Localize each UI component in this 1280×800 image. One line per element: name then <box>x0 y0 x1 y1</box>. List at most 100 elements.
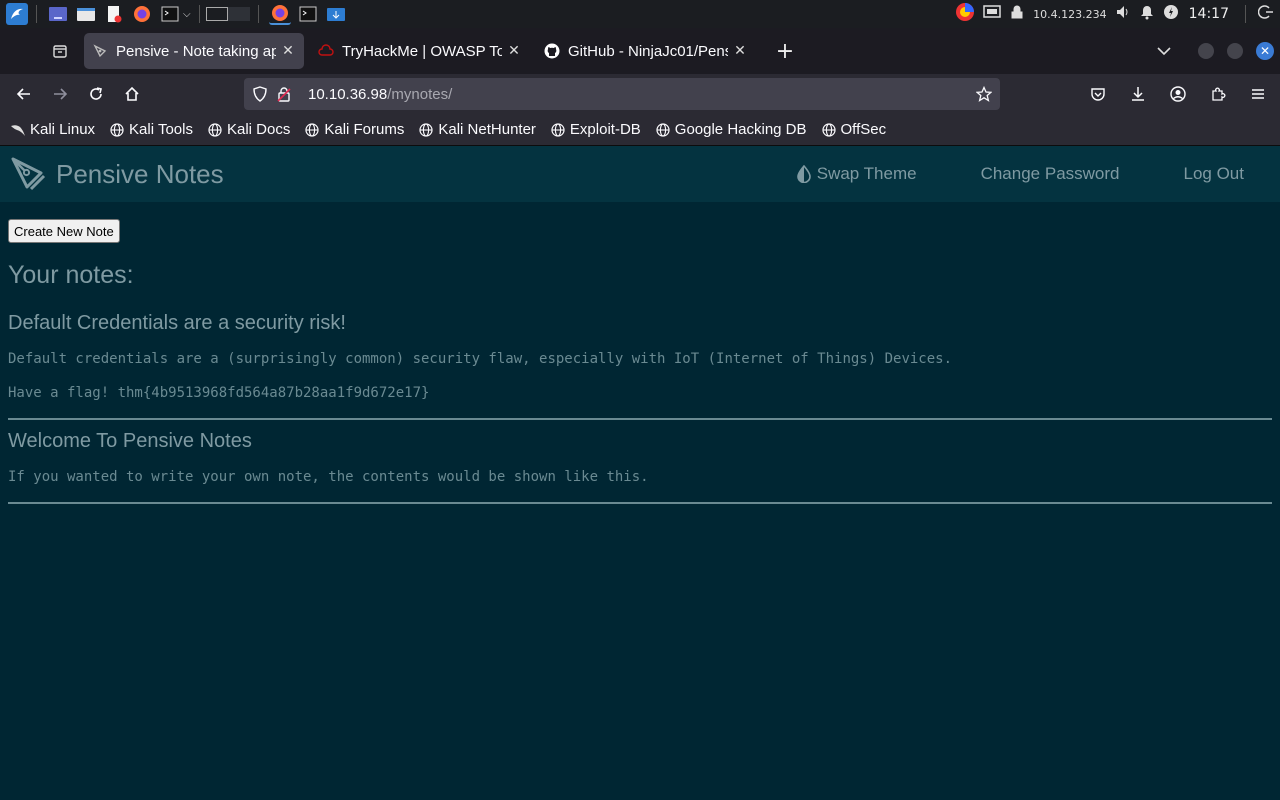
close-window-button[interactable]: ✕ <box>1256 42 1274 60</box>
show-desktop-icon[interactable] <box>47 3 69 25</box>
note-card: Default Credentials are a security risk!… <box>8 312 1272 420</box>
terminal-launcher-icon[interactable] <box>159 3 181 25</box>
text-editor-icon[interactable] <box>103 3 125 25</box>
logout-icon[interactable] <box>1257 4 1274 24</box>
globe-icon <box>304 122 320 138</box>
vpn-ip-address: 10.4.123.234 <box>1033 7 1107 21</box>
url-text[interactable]: 10.10.36.98/mynotes/ <box>308 86 452 103</box>
volume-icon[interactable] <box>1115 4 1131 24</box>
note-body-line: Have a flag! thm{4b9513968fd564a87b28aa1… <box>8 385 430 401</box>
bookmark-exploit-db[interactable]: Exploit-DB <box>550 121 641 138</box>
tab-title: GitHub - NinjaJc01/Pensiv <box>568 42 728 60</box>
bookmark-label: Kali Tools <box>129 121 193 138</box>
change-password-link[interactable]: Change Password <box>981 164 1120 184</box>
kali-dragon-icon <box>10 122 26 138</box>
notes-heading: Your notes: <box>8 261 134 289</box>
firefox-launcher-icon[interactable] <box>131 3 153 25</box>
url-path: /mynotes/ <box>387 85 453 103</box>
notification-bell-icon[interactable] <box>1139 4 1155 24</box>
globe-icon <box>821 122 837 138</box>
globe-icon <box>550 122 566 138</box>
back-arrow-icon[interactable] <box>8 78 40 110</box>
bookmark-kali-forums[interactable]: Kali Forums <box>304 121 404 138</box>
new-tab-icon[interactable]: + <box>770 36 800 66</box>
hamburger-menu-icon[interactable] <box>1242 78 1274 110</box>
bookmark-label: Kali Docs <box>226 121 291 138</box>
firefox-view-icon[interactable] <box>42 33 78 69</box>
bookmark-label: Kali Forums <box>324 121 405 138</box>
tab-title: Pensive - Note taking app <box>116 42 276 60</box>
taskbar-separator <box>257 5 259 23</box>
account-icon[interactable] <box>1162 78 1194 110</box>
tracking-shield-icon[interactable] <box>250 84 270 104</box>
downloads-icon[interactable] <box>1122 78 1154 110</box>
close-tab-icon[interactable]: ✕ <box>732 43 748 59</box>
close-tab-icon[interactable]: ✕ <box>506 43 522 59</box>
note-title: Welcome To Pensive Notes <box>8 430 252 452</box>
power-status-icon[interactable] <box>1163 4 1179 24</box>
log-out-link[interactable]: Log Out <box>1184 164 1245 184</box>
globe-icon <box>207 122 223 138</box>
chevron-down-icon[interactable] <box>1152 39 1176 63</box>
globe-icon <box>418 122 434 138</box>
globe-icon <box>655 122 671 138</box>
bookmark-offsec[interactable]: OffSec <box>821 121 887 138</box>
workspace-2[interactable] <box>227 7 250 21</box>
file-manager-icon[interactable] <box>75 3 97 25</box>
browser-nav-bar: 10.10.36.98/mynotes/ <box>0 74 1280 114</box>
forward-arrow-icon[interactable] <box>44 78 76 110</box>
note-body-line: Default credentials are a (surprisingly … <box>8 351 953 367</box>
bookmark-label: OffSec <box>840 121 887 138</box>
browser-tab-github[interactable]: GitHub - NinjaJc01/Pensiv ✕ <box>536 33 756 69</box>
extensions-icon[interactable] <box>1202 78 1234 110</box>
home-icon[interactable] <box>116 78 148 110</box>
pocket-icon[interactable] <box>1082 78 1114 110</box>
pen-icon <box>92 43 108 59</box>
url-host: 10.10.36.98 <box>308 85 388 103</box>
firefox-window-icon[interactable] <box>268 3 291 25</box>
browser-tab-tryhackme[interactable]: TryHackMe | OWASP Top ✕ <box>310 33 530 69</box>
bookmark-kali-nethunter[interactable]: Kali NetHunter <box>418 121 536 138</box>
bookmark-kali-tools[interactable]: Kali Tools <box>109 121 193 138</box>
color-picker-icon[interactable] <box>955 2 975 26</box>
reload-icon[interactable] <box>80 78 112 110</box>
bookmark-label: Kali Linux <box>30 121 96 138</box>
minimize-window-button[interactable] <box>1198 43 1214 59</box>
kali-menu-icon[interactable] <box>6 3 28 25</box>
app-title[interactable]: Pensive Notes <box>56 159 224 190</box>
bookmark-star-icon[interactable] <box>974 84 994 104</box>
bookmark-label: Exploit-DB <box>569 121 641 138</box>
browser-tab-strip: Pensive - Note taking app ✕ TryHackMe | … <box>0 28 1280 74</box>
notes-content: Create New Note Your notes: Default Cred… <box>0 202 1280 504</box>
vpn-icon[interactable] <box>1009 4 1025 24</box>
app-header: Pensive Notes Swap Theme Change Password… <box>0 146 1280 202</box>
half-drop-icon <box>796 165 812 183</box>
tab-title: TryHackMe | OWASP Top <box>342 42 502 60</box>
pensive-pen-logo-icon[interactable] <box>8 154 48 194</box>
terminal-window-icon[interactable] <box>297 3 319 25</box>
swap-theme-link[interactable]: Swap Theme <box>796 164 917 184</box>
downloads-folder-icon[interactable] <box>325 3 347 25</box>
bookmark-label: Kali NetHunter <box>438 121 536 138</box>
bookmark-kali-docs[interactable]: Kali Docs <box>207 121 290 138</box>
app-nav: Swap Theme Change Password Log Out <box>796 164 1280 184</box>
bookmark-label: Google Hacking DB <box>674 121 807 138</box>
insecure-lock-icon[interactable] <box>274 84 294 104</box>
os-taskbar: ⌵ 10.4.123.234 14:17 <box>0 0 1280 28</box>
bookmark-kali-linux[interactable]: Kali Linux <box>10 121 95 138</box>
address-bar[interactable]: 10.10.36.98/mynotes/ <box>244 78 1000 110</box>
browser-tab-pensive[interactable]: Pensive - Note taking app ✕ <box>84 33 304 69</box>
workspace-1[interactable] <box>205 7 228 21</box>
close-tab-icon[interactable]: ✕ <box>280 43 296 59</box>
create-new-note-button[interactable]: Create New Note <box>8 219 120 243</box>
taskbar-separator <box>36 5 37 23</box>
maximize-window-button[interactable] <box>1227 43 1243 59</box>
github-icon <box>544 43 560 59</box>
globe-icon <box>109 122 125 138</box>
note-card: Welcome To Pensive Notes If you wanted t… <box>8 430 1272 504</box>
chevron-down-icon[interactable]: ⌵ <box>183 9 191 20</box>
taskbar-separator <box>1245 5 1246 23</box>
network-display-icon[interactable] <box>983 4 1001 24</box>
bookmark-google-hacking-db[interactable]: Google Hacking DB <box>655 121 807 138</box>
clock[interactable]: 14:17 <box>1189 6 1229 22</box>
